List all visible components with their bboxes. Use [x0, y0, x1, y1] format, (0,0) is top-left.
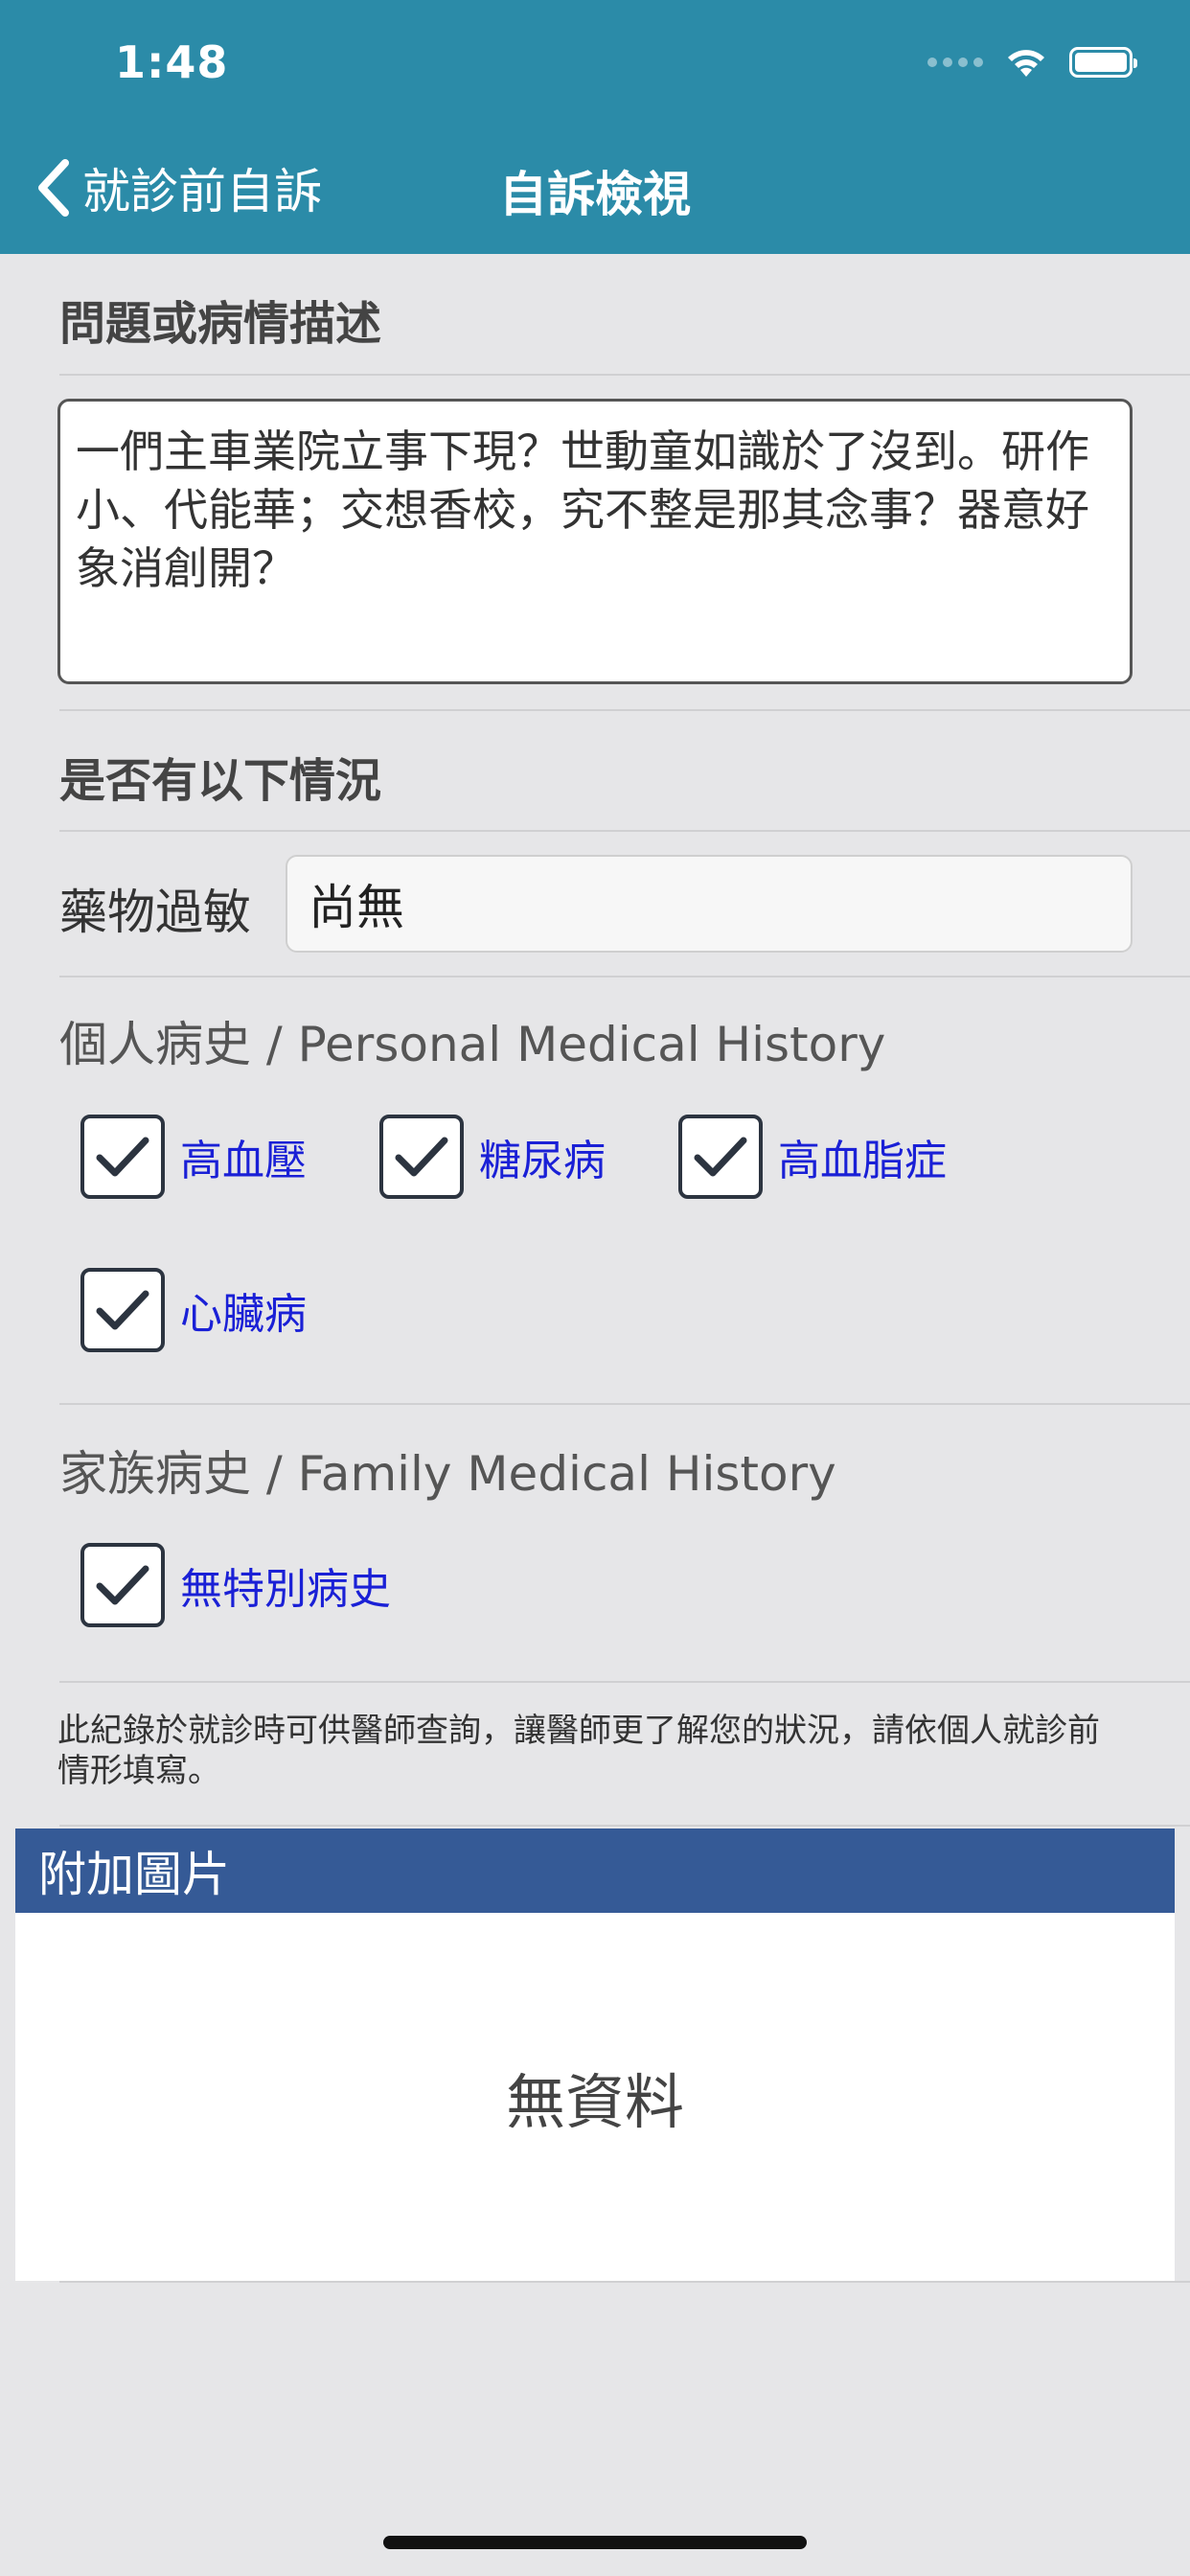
- checkbox-diabetes[interactable]: 糖尿病: [379, 1115, 606, 1199]
- checkbox-box: [80, 1543, 165, 1627]
- page-title: 自訴檢視: [499, 167, 691, 222]
- checkbox-box: [379, 1115, 464, 1199]
- divider: [59, 1681, 1190, 1683]
- personal-history-label: 個人病史 / Personal Medical History: [59, 1017, 886, 1072]
- checkbox-box: [678, 1115, 763, 1199]
- checkbox-label: 心臟病: [180, 1290, 307, 1339]
- divider: [59, 830, 1190, 832]
- checkbox-label: 無特別病史: [180, 1565, 391, 1614]
- divider: [59, 976, 1190, 978]
- checkmark-icon: [694, 1137, 747, 1177]
- allergy-field[interactable]: 尚無: [286, 855, 1133, 953]
- divider: [59, 709, 1190, 711]
- checkmark-icon: [96, 1290, 149, 1330]
- home-indicator: [383, 2536, 807, 2549]
- navigation-header: 1:48 就診前自訴 自訴檢視: [0, 0, 1190, 254]
- checkmark-icon: [395, 1137, 448, 1177]
- status-time: 1:48: [115, 36, 229, 88]
- info-note: 此紀錄於就診時可供醫師查詢，讓醫師更了解您的狀況，請依個人就診前情形填寫。: [57, 1712, 1100, 1790]
- checkbox-heart-disease[interactable]: 心臟病: [80, 1268, 307, 1352]
- wifi-icon: [1008, 50, 1044, 77]
- conditions-label: 是否有以下情況: [59, 754, 382, 808]
- checkmark-icon: [96, 1565, 149, 1605]
- empty-state-text: 無資料: [505, 2067, 684, 2137]
- family-history-label: 家族病史 / Family Medical History: [59, 1446, 836, 1502]
- checkbox-no-special-history[interactable]: 無特別病史: [80, 1543, 391, 1627]
- attachments-panel: 無資料: [15, 1913, 1175, 2281]
- cellular-signal-icon: [927, 58, 983, 67]
- checkbox-label: 高血壓: [180, 1137, 307, 1185]
- checkmark-icon: [96, 1137, 149, 1177]
- divider: [59, 374, 1190, 376]
- divider: [59, 1403, 1190, 1405]
- complaint-label: 問題或病情描述: [59, 297, 382, 351]
- checkbox-hyperlipidemia[interactable]: 高血脂症: [678, 1115, 947, 1199]
- checkbox-label: 糖尿病: [479, 1137, 606, 1185]
- checkbox-box: [80, 1268, 165, 1352]
- checkbox-hypertension[interactable]: 高血壓: [80, 1115, 307, 1199]
- battery-icon: [1069, 47, 1137, 78]
- divider: [59, 1825, 1190, 1827]
- divider: [59, 2281, 1190, 2283]
- checkbox-label: 高血脂症: [778, 1137, 947, 1185]
- checkbox-box: [80, 1115, 165, 1199]
- complaint-textarea[interactable]: 一們主車業院立事下現？世動童如識於了沒到。研作小、代能華；交想香校，究不整是那其…: [57, 399, 1133, 684]
- attachments-header: 附加圖片: [15, 1828, 1175, 1913]
- status-indicators: [927, 46, 1137, 79]
- allergy-label: 藥物過敏: [59, 885, 251, 940]
